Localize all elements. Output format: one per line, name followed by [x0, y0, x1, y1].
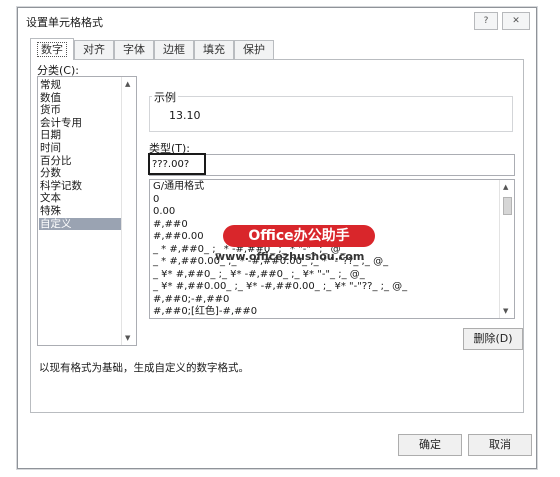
ok-button[interactable]: 确定 [398, 434, 462, 456]
list-item[interactable]: #,##0;[红色]-#,##0 [153, 306, 257, 318]
scroll-up-icon[interactable]: ▲ [125, 80, 130, 88]
scroll-down-icon[interactable]: ▼ [503, 307, 508, 315]
list-item[interactable]: 百分比 [39, 155, 124, 168]
delete-button[interactable]: 删除(D) [463, 328, 523, 350]
type-field-frame [148, 153, 515, 176]
list-item[interactable]: 会计专用 [39, 117, 124, 130]
format-scrollbar[interactable]: ▲ ▼ [499, 180, 514, 318]
watermark-logo: Office办公助手 [223, 225, 375, 247]
dialog-title: 设置单元格格式 [26, 16, 103, 29]
type-field[interactable] [148, 153, 206, 175]
list-item[interactable]: 文本 [39, 192, 124, 205]
format-cells-dialog: 设置单元格格式 ? ✕ 数字 对齐 字体 边框 填充 保护 分类(C): 常规 … [17, 7, 537, 469]
list-item[interactable]: 科学记数 [39, 180, 124, 193]
list-item[interactable]: _ ¥* #,##0_ ;_ ¥* -#,##0_ ;_ ¥* "-"_ ;_ … [153, 269, 365, 282]
list-item-selected[interactable]: 自定义 [39, 217, 124, 231]
list-item[interactable]: G/通用格式 [153, 181, 204, 194]
tab-number[interactable]: 数字 [30, 38, 74, 60]
scroll-up-icon[interactable]: ▲ [503, 183, 508, 191]
list-item[interactable]: 分数 [39, 167, 124, 180]
format-list[interactable]: G/通用格式 0 0.00 #,##0 #,##0.00 _ * #,##0_ … [149, 179, 515, 319]
list-item[interactable]: 0 [153, 194, 159, 207]
cancel-button[interactable]: 取消 [468, 434, 532, 456]
category-scrollbar[interactable]: ▲ ▼ [121, 77, 136, 345]
list-item[interactable]: 日期 [39, 129, 124, 142]
tab-alignment[interactable]: 对齐 [74, 40, 114, 59]
sample-value: 13.10 [169, 109, 201, 122]
tab-font[interactable]: 字体 [114, 40, 154, 59]
category-list[interactable]: 常规 数值 货币 会计专用 日期 时间 百分比 分数 科学记数 文本 特殊 自定… [37, 76, 137, 346]
list-item[interactable]: #,##0.00 [153, 231, 204, 244]
scroll-down-icon[interactable]: ▼ [125, 334, 130, 342]
watermark-url: www.officezhushou.com [215, 250, 365, 263]
tab-protection[interactable]: 保护 [234, 40, 274, 59]
list-item[interactable]: _ ¥* #,##0.00_ ;_ ¥* -#,##0.00_ ;_ ¥* "-… [153, 281, 407, 294]
format-description: 以现有格式为基础，生成自定义的数字格式。 [39, 362, 249, 374]
tab-border[interactable]: 边框 [154, 40, 194, 59]
list-item[interactable]: 常规 [39, 79, 124, 92]
sample-group [149, 96, 513, 132]
sample-label: 示例 [152, 89, 178, 105]
list-item[interactable]: 特殊 [39, 205, 124, 218]
scroll-thumb[interactable] [503, 197, 512, 215]
list-item[interactable]: 0.00 [153, 206, 175, 219]
list-item[interactable]: 数值 [39, 92, 124, 105]
help-button[interactable]: ? [474, 12, 498, 30]
list-item[interactable]: #,##0;-#,##0 [153, 294, 229, 307]
list-item[interactable]: 货币 [39, 104, 124, 117]
tab-fill[interactable]: 填充 [194, 40, 234, 59]
title-bar: 设置单元格格式 ? ✕ [18, 8, 536, 34]
close-button[interactable]: ✕ [502, 12, 530, 30]
list-item[interactable]: 时间 [39, 142, 124, 155]
list-item[interactable]: #,##0 [153, 219, 188, 232]
